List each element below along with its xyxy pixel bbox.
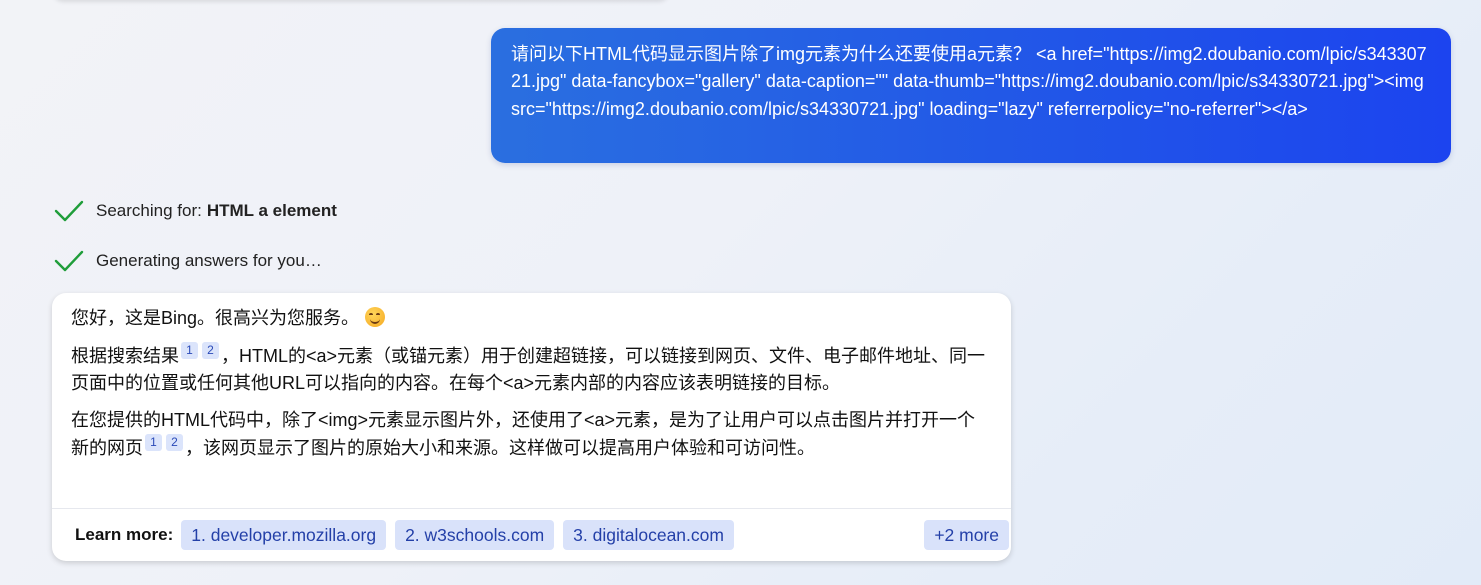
greeting-paragraph: 您好，这是Bing。很高兴为您服务。 [71, 305, 993, 333]
citation-1[interactable]: 1 [181, 341, 198, 359]
citation-2[interactable]: 2 [202, 341, 219, 359]
bot-response-body: 您好，这是Bing。很高兴为您服务。 根据搜索结果 1 2 ，HTML的<a>元素（或… [52, 293, 1011, 463]
answer-text: ，该网页显示了图片的原始大小和来源。这样做可以提高用户体验和可访问性。 [185, 438, 815, 458]
user-message-bubble: 请问以下HTML代码显示图片除了img元素为什么还要使用a元素？ <a href… [491, 28, 1451, 163]
answer-text: 根据搜索结果 [71, 345, 179, 366]
user-message-text: 请问以下HTML代码显示图片除了img元素为什么还要使用a元素？ <a href… [511, 44, 1427, 119]
checkmark-icon [54, 250, 84, 272]
generating-status: Generating answers for you… [54, 247, 322, 275]
more-sources-button[interactable]: +2 more [924, 520, 1009, 550]
searching-prefix: Searching for: [96, 201, 202, 220]
learn-more-link-2[interactable]: 2. w3schools.com [395, 520, 555, 550]
citation-1[interactable]: 1 [145, 434, 162, 451]
citation-2[interactable]: 2 [166, 434, 183, 451]
learn-more-link-1[interactable]: 1. developer.mozilla.org [181, 520, 387, 550]
smiling-face-icon [365, 307, 386, 327]
generating-text: Generating answers for you… [96, 251, 322, 270]
searching-status: Searching for: HTML a element [54, 197, 337, 225]
bot-response-card: 您好，这是Bing。很高兴为您服务。 根据搜索结果 1 2 ，HTML的<a>元素（或… [52, 293, 1011, 561]
answer-paragraph-2: 在您提供的HTML代码中，除了<img>元素显示图片外，还使用了<a>元素，是为… [71, 407, 993, 463]
searching-query: HTML a element [206, 201, 337, 220]
learn-more-label: Learn more: [75, 525, 174, 544]
checkmark-icon [54, 200, 84, 222]
learn-more-link-3[interactable]: 3. digitalocean.com [563, 520, 734, 550]
greeting-text: 您好，这是Bing。很高兴为您服务。 [71, 308, 360, 328]
answer-paragraph-1: 根据搜索结果 1 2 ，HTML的<a>元素（或锚元素）用于创建超链接，可以链接到网页… [71, 341, 993, 398]
learn-more-bar: Learn more: 1. developer.mozilla.org 2. … [52, 508, 1011, 561]
